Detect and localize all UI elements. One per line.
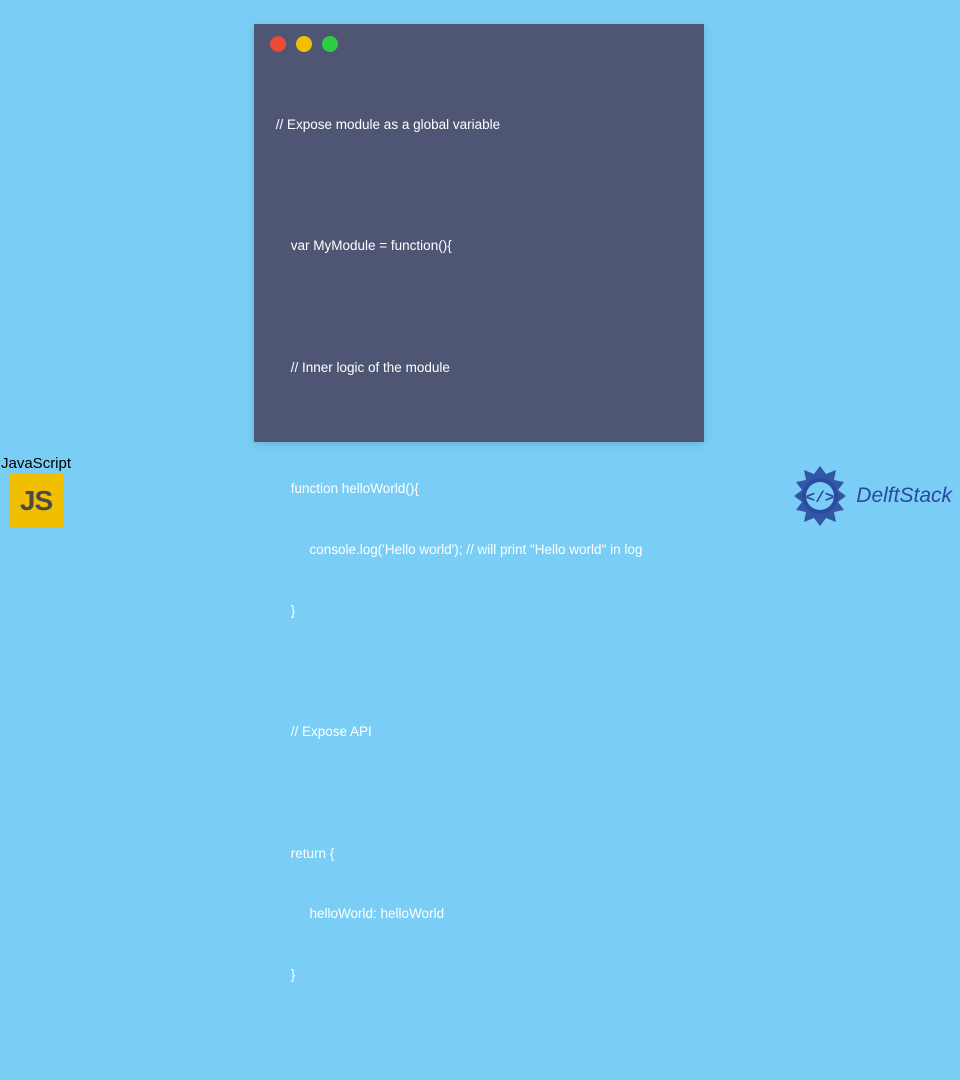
- code-content: // Expose module as a global variable va…: [254, 64, 704, 1080]
- code-line: [272, 1026, 686, 1046]
- code-line: }: [272, 965, 686, 985]
- code-line: [272, 297, 686, 317]
- window-title-bar: [254, 24, 704, 64]
- code-line: // Expose API: [272, 722, 686, 742]
- delftstack-text: DelftStack: [856, 484, 952, 508]
- maximize-icon: [322, 36, 338, 52]
- code-line: console.log('Hello world'); // will prin…: [272, 540, 686, 560]
- javascript-logo-text: JS: [20, 485, 52, 517]
- code-line: // Expose module as a global variable: [272, 115, 686, 135]
- minimize-icon: [296, 36, 312, 52]
- code-line: [272, 175, 686, 195]
- code-line: // Inner logic of the module: [272, 358, 686, 378]
- code-line: [272, 783, 686, 803]
- javascript-badge: JavaScript JS: [1, 455, 71, 528]
- code-line: function helloWorld(){: [272, 479, 686, 499]
- code-line: }: [272, 601, 686, 621]
- code-window: // Expose module as a global variable va…: [254, 24, 704, 442]
- code-line: return {: [272, 844, 686, 864]
- code-line: var MyModule = function(){: [272, 236, 686, 256]
- code-line: helloWorld: helloWorld: [272, 904, 686, 924]
- code-line: [272, 661, 686, 681]
- javascript-logo-icon: JS: [9, 474, 63, 528]
- close-icon: [270, 36, 286, 52]
- javascript-label: JavaScript: [1, 455, 71, 472]
- svg-text:</>: </>: [806, 489, 835, 507]
- code-line: [272, 418, 686, 438]
- delftstack-icon: </>: [788, 464, 852, 528]
- delftstack-logo: </> DelftStack: [788, 464, 952, 528]
